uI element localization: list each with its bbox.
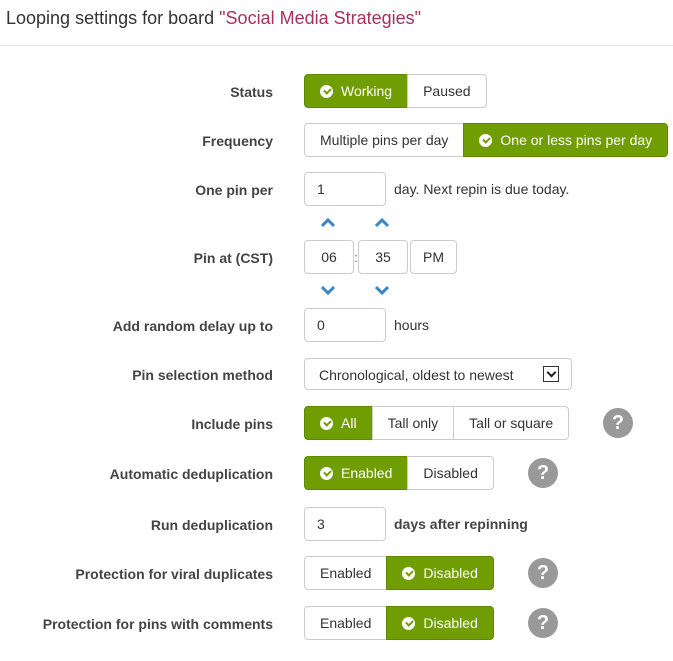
- check-circle-icon: [479, 133, 493, 147]
- random-delay-input[interactable]: 0: [304, 308, 386, 342]
- viral-protection-label: Protection for viral duplicates: [75, 566, 273, 582]
- pin-selection-label: Pin selection method: [132, 367, 273, 383]
- include-pins-label: Include pins: [191, 416, 273, 432]
- status-row: Status Working Paused: [0, 74, 673, 110]
- status-label: Status: [230, 84, 273, 100]
- hour-down-chevron-icon[interactable]: [321, 285, 335, 295]
- help-icon[interactable]: ?: [528, 608, 558, 638]
- check-circle-icon: [402, 566, 416, 580]
- pin-selection-row: Pin selection method Chronological, olde…: [0, 357, 673, 393]
- auto-dedup-enabled-button[interactable]: Enabled: [304, 456, 409, 490]
- auto-dedup-row: Automatic deduplication Enabled Disabled…: [0, 456, 673, 492]
- auto-dedup-toggle: Enabled Disabled: [304, 456, 494, 490]
- minute-up-chevron-icon[interactable]: [375, 218, 389, 228]
- include-pins-toggle: All Tall only Tall or square: [304, 406, 570, 440]
- ampm-toggle-button[interactable]: PM: [410, 240, 457, 274]
- board-name: "Social Media Strategies": [219, 8, 422, 28]
- comments-protection-row: Protection for pins with comments Enable…: [0, 606, 673, 642]
- viral-protection-toggle: Enabled Disabled: [304, 556, 494, 590]
- status-toggle: Working Paused: [304, 74, 487, 108]
- frequency-toggle: Multiple pins per day One or less pins p…: [304, 123, 669, 157]
- minute-down-chevron-icon[interactable]: [375, 285, 389, 295]
- check-circle-icon: [320, 466, 333, 480]
- check-circle-icon: [320, 416, 333, 430]
- one-pin-per-input[interactable]: 1: [304, 172, 386, 206]
- one-pin-per-row: One pin per 1 day. Next repin is due tod…: [0, 172, 673, 208]
- comments-protection-enabled-button[interactable]: Enabled: [304, 606, 388, 640]
- run-dedup-input[interactable]: 3: [304, 507, 386, 541]
- check-circle-icon: [320, 84, 333, 98]
- help-icon[interactable]: ?: [528, 458, 558, 488]
- auto-dedup-label: Automatic deduplication: [109, 466, 273, 482]
- check-circle-icon: [402, 616, 416, 630]
- hour-input[interactable]: 06: [304, 240, 354, 274]
- random-delay-row: Add random delay up to 0 hours: [0, 308, 673, 344]
- random-delay-label: Add random delay up to: [112, 318, 273, 334]
- comments-protection-disabled-button[interactable]: Disabled: [386, 606, 494, 640]
- help-icon[interactable]: ?: [603, 408, 633, 438]
- status-working-button[interactable]: Working: [304, 74, 409, 108]
- minute-input[interactable]: 35: [358, 240, 408, 274]
- random-delay-suffix: hours: [394, 317, 430, 333]
- include-tall-or-square-button[interactable]: Tall or square: [453, 406, 570, 440]
- run-dedup-label: Run deduplication: [150, 517, 273, 533]
- include-tall-only-button[interactable]: Tall only: [371, 406, 455, 440]
- frequency-multiple-button[interactable]: Multiple pins per day: [304, 123, 465, 157]
- one-pin-per-suffix: day. Next repin is due today.: [394, 181, 570, 197]
- include-pins-row: Include pins All Tall only Tall or squar…: [0, 406, 673, 442]
- chevron-down-icon: [543, 366, 559, 382]
- include-all-button[interactable]: All: [304, 406, 373, 440]
- run-dedup-row: Run deduplication 3 days after repinning: [0, 507, 673, 543]
- pin-selection-select[interactable]: Chronological, oldest to newest: [304, 358, 572, 390]
- viral-protection-row: Protection for viral duplicates Enabled …: [0, 556, 673, 592]
- status-paused-button[interactable]: Paused: [407, 74, 487, 108]
- pin-at-row: Pin at (CST) 06 : 35 PM: [0, 240, 673, 276]
- run-dedup-suffix: days after repinning: [394, 516, 528, 532]
- comments-protection-label: Protection for pins with comments: [42, 616, 273, 632]
- pin-at-label: Pin at (CST): [193, 250, 273, 266]
- one-pin-per-label: One pin per: [195, 182, 273, 198]
- viral-protection-enabled-button[interactable]: Enabled: [304, 556, 388, 590]
- help-icon[interactable]: ?: [528, 558, 558, 588]
- hour-up-chevron-icon[interactable]: [321, 218, 335, 228]
- page-header: Looping settings for board "Social Media…: [0, 0, 673, 46]
- auto-dedup-disabled-button[interactable]: Disabled: [407, 456, 494, 490]
- frequency-label: Frequency: [202, 133, 273, 149]
- frequency-row: Frequency Multiple pins per day One or l…: [0, 123, 673, 159]
- frequency-one-or-less-button[interactable]: One or less pins per day: [463, 123, 669, 157]
- page-title: Looping settings for board "Social Media…: [6, 8, 422, 28]
- viral-protection-disabled-button[interactable]: Disabled: [386, 556, 494, 590]
- comments-protection-toggle: Enabled Disabled: [304, 606, 494, 640]
